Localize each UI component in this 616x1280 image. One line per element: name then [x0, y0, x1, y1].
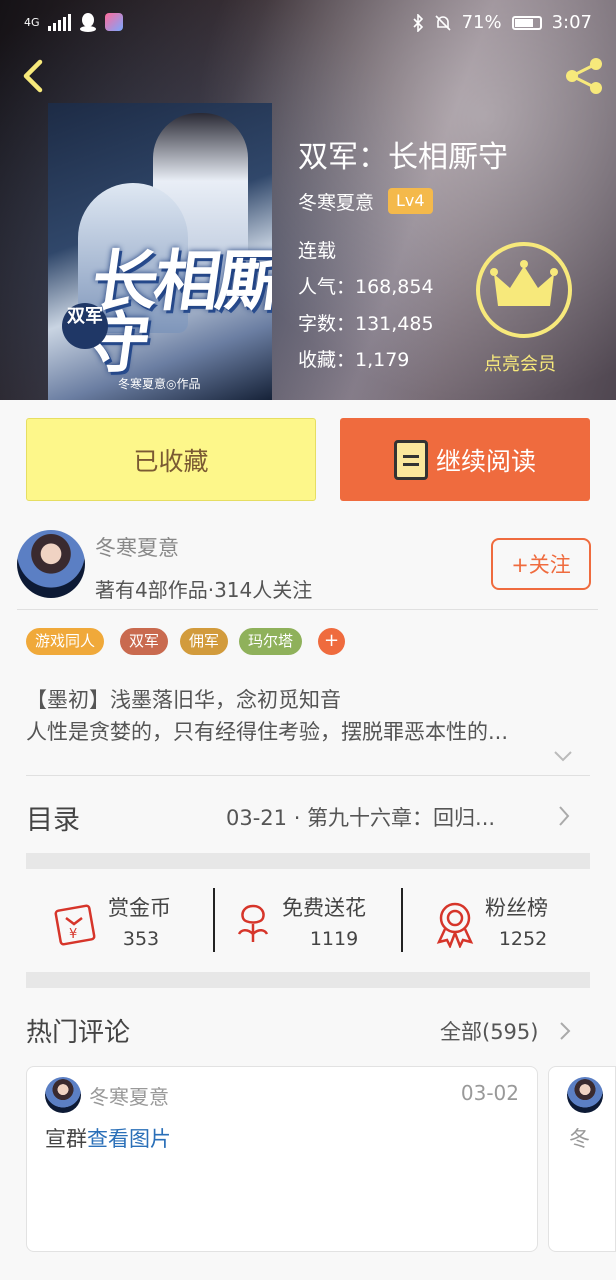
- cover-credit: 冬寒夏意◎作品: [118, 377, 201, 391]
- section-separator: [26, 972, 590, 988]
- tag-martha[interactable]: 玛尔塔: [239, 628, 303, 655]
- flower-icon: [237, 904, 269, 942]
- section-separator: [26, 853, 590, 869]
- svg-text:¥: ¥: [69, 927, 77, 942]
- cover-title: 长相厮守: [78, 243, 272, 382]
- divider: [213, 888, 215, 952]
- favorites-stat: 收藏：1,179: [298, 349, 410, 371]
- status-bar: 4G 71% 3:07: [0, 0, 616, 48]
- battery-icon: [511, 15, 542, 30]
- toc-latest-chapter[interactable]: 03-21 · 第九十六章：回归...: [226, 802, 495, 832]
- comment-user[interactable]: 冬寒夏意: [89, 1081, 169, 1110]
- continue-reading-label: 继续阅读: [435, 446, 536, 476]
- reward-flowers[interactable]: 免费送花 1119: [232, 892, 392, 952]
- continue-reading-button[interactable]: 继续阅读: [340, 418, 590, 501]
- crown-icon: [490, 260, 558, 306]
- book-cover[interactable]: 长相厮守 双军 冬寒夏意◎作品: [48, 103, 272, 400]
- divider: [401, 888, 403, 952]
- comment-card[interactable]: 冬: [548, 1066, 616, 1252]
- author-name[interactable]: 冬寒夏意: [95, 532, 179, 562]
- chevron-right-icon[interactable]: [556, 804, 572, 828]
- mute-bell-icon: [434, 14, 451, 31]
- comment-card[interactable]: 冬寒夏意 03-02 宣群查看图片: [26, 1066, 538, 1252]
- comment-user[interactable]: 冬: [569, 1123, 590, 1153]
- book-header: 4G 71% 3:07 长相厮守 双军 冬寒夏意◎作品 双军：长相厮守 冬寒夏意…: [0, 0, 616, 400]
- reward-coins[interactable]: ¥ 赏金币 353: [52, 892, 202, 952]
- author-level-badge: Lv4: [388, 188, 433, 214]
- chevron-down-icon[interactable]: [552, 748, 574, 764]
- reward-flowers-count: 1119: [309, 928, 359, 950]
- book-title: 双军：长相厮守: [298, 140, 508, 175]
- tag-shuangjun[interactable]: 双军: [120, 628, 169, 655]
- hot-comments-title: 热门评论: [26, 1018, 131, 1048]
- cover-badge: 双军: [62, 303, 108, 349]
- all-comments-link[interactable]: 全部(595): [440, 1016, 538, 1046]
- collected-button[interactable]: 已收藏: [26, 418, 316, 501]
- intro-line-1: 【墨初】浅墨落旧华，念初觅知音: [26, 688, 341, 712]
- tag-game-fanfic[interactable]: 游戏同人: [26, 628, 105, 655]
- comment-date: 03-02: [460, 1081, 519, 1105]
- bluetooth-icon: [412, 13, 423, 32]
- toc-label[interactable]: 目录: [26, 798, 80, 837]
- book-detail-screen: 4G 71% 3:07 长相厮守 双军 冬寒夏意◎作品 双军：长相厮守 冬寒夏意…: [0, 0, 616, 1280]
- share-icon[interactable]: [560, 52, 608, 100]
- clock: 3:07: [551, 12, 592, 33]
- battery-percent: 71%: [461, 12, 502, 33]
- reward-coins-count: 353: [122, 928, 160, 950]
- author-avatar[interactable]: [17, 530, 85, 598]
- back-arrow-icon[interactable]: [16, 56, 52, 96]
- qq-icon: [79, 13, 96, 32]
- tag-yongjun[interactable]: 佣军: [180, 628, 229, 655]
- word-count-stat: 字数：131,485: [298, 313, 434, 335]
- member-crown-button[interactable]: [476, 242, 572, 338]
- reward-coins-label: 赏金币: [108, 896, 171, 920]
- view-image-link[interactable]: 查看图片: [87, 1127, 171, 1151]
- divider: [17, 609, 598, 610]
- chevron-right-icon[interactable]: [558, 1020, 572, 1042]
- intro-line-2: 人性是贪婪的，只有经得住考验，摆脱罪恶本性的...: [26, 720, 509, 744]
- author-meta: 著有4部作品·314人关注: [95, 578, 313, 602]
- comment-avatar[interactable]: [45, 1077, 81, 1113]
- signal-icon: [47, 13, 71, 31]
- medal-icon: [436, 902, 474, 948]
- reward-fans-label: 粉丝榜: [485, 896, 548, 920]
- popularity-stat: 人气：168,854: [298, 276, 434, 298]
- add-tag-button[interactable]: +: [318, 628, 345, 655]
- book-author[interactable]: 冬寒夏意: [298, 188, 374, 215]
- member-label[interactable]: 点亮会员: [484, 350, 556, 376]
- follow-button[interactable]: +关注: [491, 538, 591, 590]
- reward-flowers-label: 免费送花: [282, 896, 366, 920]
- red-envelope-icon: ¥: [54, 904, 96, 946]
- divider: [26, 775, 590, 776]
- comment-text: 宣群: [45, 1127, 87, 1151]
- book-icon: [393, 439, 428, 480]
- app-icon: [104, 13, 123, 31]
- network-type: 4G: [24, 15, 40, 29]
- reward-fans-count: 1252: [498, 928, 548, 950]
- serial-status: 连载: [298, 240, 337, 262]
- comment-avatar[interactable]: [567, 1077, 603, 1113]
- reward-fans[interactable]: 粉丝榜 1252: [433, 892, 573, 952]
